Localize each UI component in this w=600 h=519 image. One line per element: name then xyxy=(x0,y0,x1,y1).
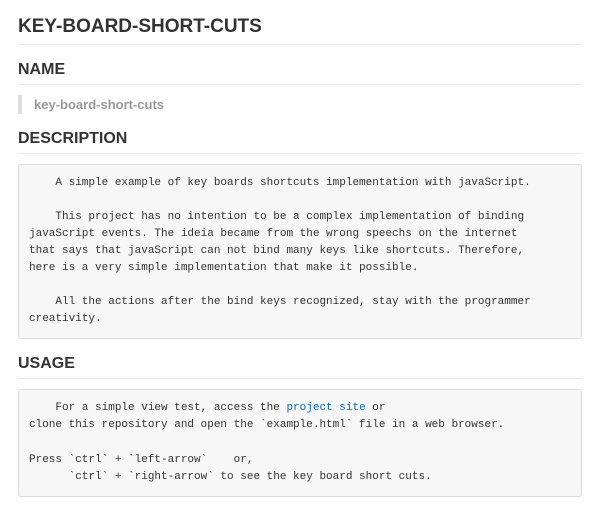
section-heading-name: NAME xyxy=(18,61,582,85)
name-block: key-board-short-cuts xyxy=(18,95,582,114)
section-heading-description: DESCRIPTION xyxy=(18,130,582,154)
section-heading-usage: USAGE xyxy=(18,355,582,379)
page-title: KEY-BOARD-SHORT-CUTS xyxy=(18,16,582,45)
project-site-link[interactable]: project site xyxy=(286,402,365,414)
usage-codeblock: For a simple view test, access the proje… xyxy=(18,389,582,496)
description-codeblock: A simple example of key boards shortcuts… xyxy=(18,164,582,339)
usage-text-pre: For a simple view test, access the xyxy=(29,402,286,414)
usage-text-post: or clone this repository and open the `e… xyxy=(29,402,504,482)
